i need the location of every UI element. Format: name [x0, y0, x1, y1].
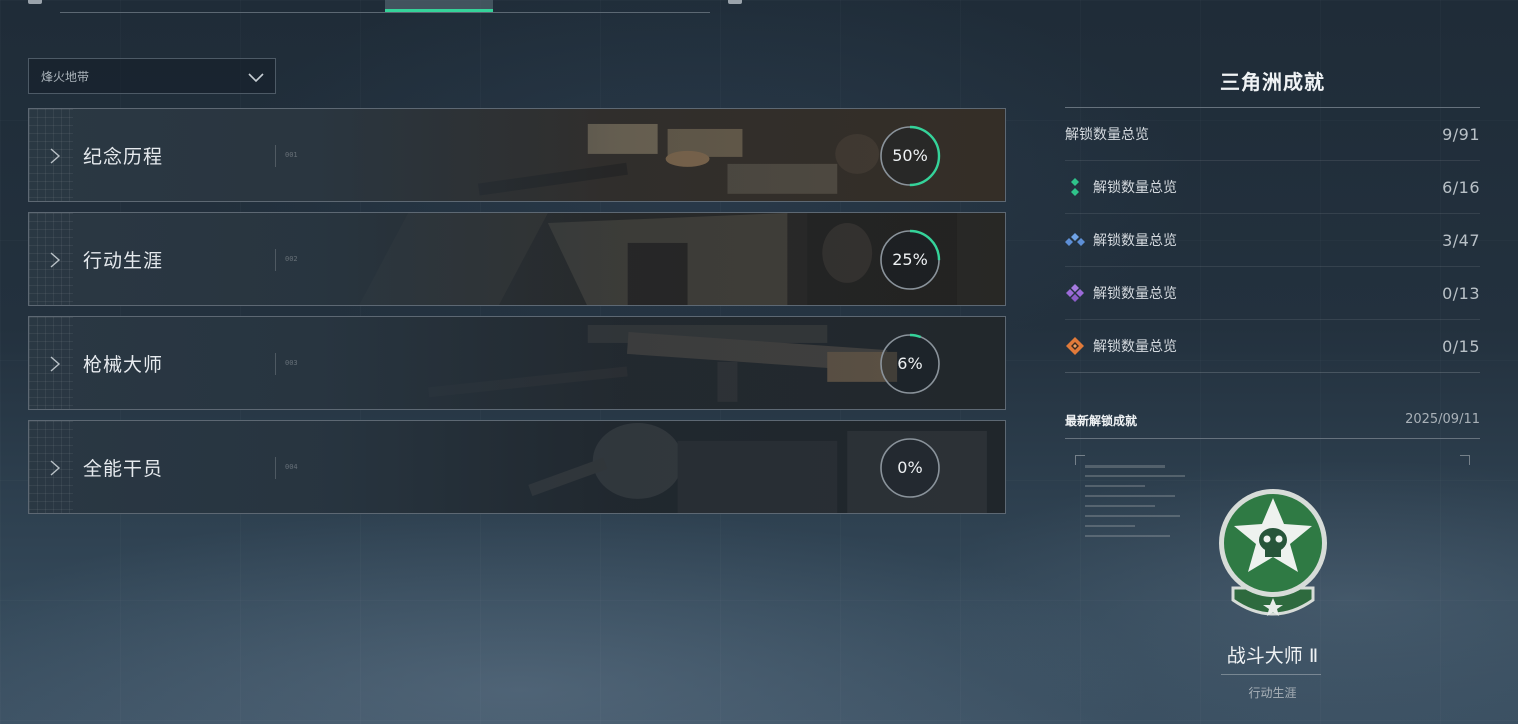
row-divider [275, 353, 276, 375]
category-name: 纪念历程 [83, 146, 164, 168]
summary-total-value: 9/91 [1442, 124, 1480, 144]
category-row-gunsmith[interactable]: 枪械大师 003 6% [28, 316, 1006, 410]
tier-label: 解锁数量总览 [1093, 286, 1177, 302]
right-bumper-icon[interactable] [728, 0, 742, 4]
category-code: 004 [285, 463, 298, 471]
summary-tier-row: 解锁数量总览 3/47 [1065, 214, 1480, 267]
chevron-right-icon [50, 460, 61, 476]
purple-tier-icon [1066, 284, 1084, 302]
tab-5[interactable] [493, 0, 601, 12]
tab-2[interactable] [168, 0, 276, 12]
latest-achievement-header: 最新解锁成就 2025/09/11 [1065, 412, 1480, 439]
achievement-category: 行动生涯 [1248, 686, 1297, 700]
ghost-text-decor [1085, 465, 1185, 537]
achievement-category-list: 纪念历程 001 50% 行动生涯 002 25% 枪械大师 003 6% 全能… [28, 108, 1006, 524]
tier-value: 0/15 [1442, 336, 1480, 356]
tier-value: 3/47 [1442, 230, 1480, 250]
tab-1[interactable] [60, 0, 168, 12]
progress-label: 0% [897, 458, 923, 477]
orange-tier-icon [1066, 337, 1084, 355]
card-corner [1460, 455, 1470, 465]
latest-achievement-card[interactable]: 战斗大师 Ⅱ 行动生涯 [1075, 455, 1470, 715]
summary-tier-row: 解锁数量总览 6/16 [1065, 161, 1480, 214]
chevron-right-icon [50, 356, 61, 372]
progress-label: 25% [892, 250, 928, 269]
tier-label: 解锁数量总览 [1093, 233, 1177, 249]
category-row-career[interactable]: 行动生涯 002 25% [28, 212, 1006, 306]
category-code: 003 [285, 359, 298, 367]
progress-label: 50% [892, 146, 928, 165]
achievement-underline [1221, 674, 1321, 675]
tier-value: 6/16 [1442, 177, 1480, 197]
summary-total-row: 解锁数量总览 9/91 [1065, 108, 1480, 161]
row-divider [275, 145, 276, 167]
row-fade [29, 109, 1005, 201]
green-tier-icon [1071, 178, 1079, 196]
mode-dropdown[interactable]: 烽火地带 [28, 58, 276, 94]
category-name: 枪械大师 [83, 354, 164, 376]
row-divider [275, 249, 276, 271]
category-row-memorial[interactable]: 纪念历程 001 50% [28, 108, 1006, 202]
category-name: 全能干员 [83, 458, 164, 480]
tab-3[interactable] [277, 0, 385, 12]
blue-tier-icon [1065, 233, 1085, 246]
progress-label: 6% [897, 354, 923, 373]
category-code: 002 [285, 255, 298, 263]
tab-list [60, 0, 710, 13]
summary-tier-row: 解锁数量总览 0/15 [1065, 320, 1480, 373]
row-divider [275, 457, 276, 479]
category-row-operator[interactable]: 全能干员 004 0% [28, 420, 1006, 514]
tier-label: 解锁数量总览 [1093, 180, 1177, 196]
chevron-right-icon [50, 252, 61, 268]
tab-6[interactable] [602, 0, 710, 12]
tier-label: 解锁数量总览 [1093, 339, 1177, 355]
achievement-name: 战斗大师 Ⅱ [1226, 645, 1319, 667]
tab-achievements[interactable] [384, 0, 494, 12]
category-code: 001 [285, 151, 298, 159]
mode-dropdown-value: 烽火地带 [41, 69, 90, 84]
row-fade [29, 421, 1005, 513]
chevron-right-icon [50, 148, 61, 164]
latest-label: 最新解锁成就 [1065, 414, 1138, 428]
row-fade [29, 213, 1005, 305]
tier-value: 0/13 [1442, 283, 1480, 303]
panel-title: 三角洲成就 [1065, 62, 1480, 108]
top-tab-strip [0, 0, 760, 14]
achievement-summary-panel: 三角洲成就 解锁数量总览 9/91 解锁数量总览 6/16 解锁数量总览 3/4… [1065, 62, 1480, 373]
summary-tier-row: 解锁数量总览 0/13 [1065, 267, 1480, 320]
category-name: 行动生涯 [83, 250, 164, 272]
row-fade [29, 317, 1005, 409]
left-bumper-icon[interactable] [28, 0, 42, 4]
latest-date: 2025/09/11 [1405, 412, 1480, 427]
summary-total-label: 解锁数量总览 [1065, 127, 1149, 143]
star-skull-badge-icon [1219, 489, 1327, 616]
card-corner [1075, 455, 1085, 465]
chevron-down-icon [248, 73, 264, 83]
